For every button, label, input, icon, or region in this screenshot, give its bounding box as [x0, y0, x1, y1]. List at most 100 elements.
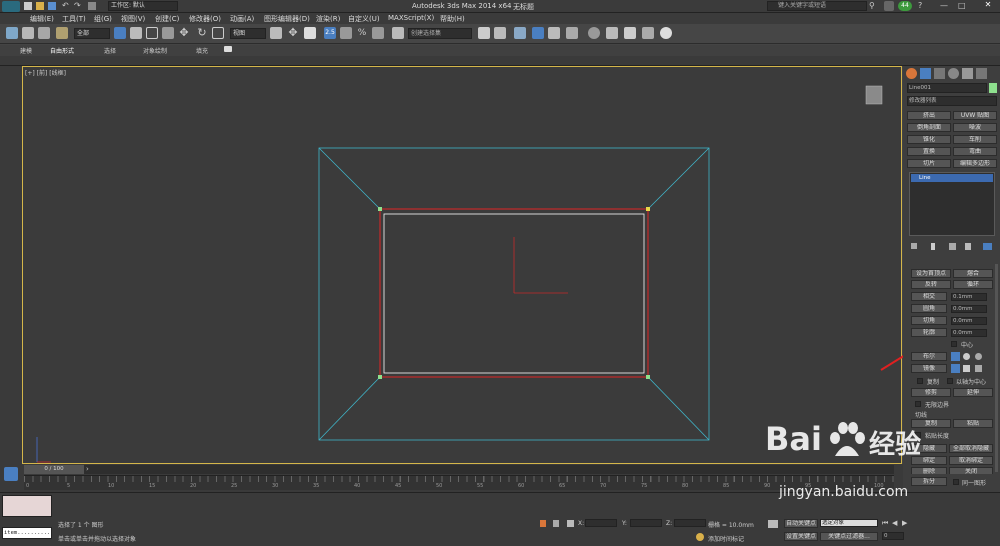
- front-viewport[interactable]: [+] [前] [线框]: [22, 66, 902, 464]
- time-slider-next-icon[interactable]: ›: [86, 465, 89, 474]
- hold-icon[interactable]: [88, 2, 96, 10]
- utilities-tab-icon[interactable]: [976, 68, 987, 79]
- add-time-tag-label[interactable]: 添加时间标记: [708, 534, 744, 543]
- maximize-button[interactable]: □: [958, 1, 966, 10]
- object-color-swatch[interactable]: [989, 83, 997, 93]
- modifier-slice-button[interactable]: 切片: [907, 159, 951, 168]
- move-icon[interactable]: ✥: [178, 27, 190, 39]
- select-link-icon[interactable]: [22, 27, 34, 39]
- timeline-toggle-icon[interactable]: [4, 467, 18, 481]
- center-checkbox[interactable]: [951, 341, 957, 347]
- outline-value[interactable]: 0.0mm: [951, 329, 987, 337]
- undo-toolbar-icon[interactable]: [6, 27, 18, 39]
- select-manipulate-icon[interactable]: ✥: [287, 27, 299, 39]
- fuse-button[interactable]: 熔合: [953, 269, 993, 278]
- time-slider[interactable]: 0 / 100 ›: [24, 465, 894, 474]
- menu-help[interactable]: 帮助(H): [440, 14, 465, 24]
- add-time-tag-icon[interactable]: [696, 533, 704, 541]
- render-production-icon[interactable]: [642, 27, 654, 39]
- selection-filter-dropdown[interactable]: 全部: [74, 28, 110, 39]
- select-by-name-icon[interactable]: [130, 27, 142, 39]
- configure-sets-icon[interactable]: [983, 243, 992, 250]
- maxscript-listener-box[interactable]: [2, 495, 52, 517]
- graphite-toolbox-icon[interactable]: [532, 27, 544, 39]
- create-tab-icon[interactable]: [906, 68, 917, 79]
- pin-stack-icon[interactable]: [911, 243, 917, 249]
- previous-frame-icon[interactable]: ◀: [892, 519, 897, 527]
- auto-key-button[interactable]: 自动关键点: [784, 519, 818, 528]
- remove-modifier-icon[interactable]: [965, 243, 971, 250]
- boolean-intersect-icon[interactable]: [975, 353, 982, 360]
- motion-tab-icon[interactable]: [948, 68, 959, 79]
- chamfer-value[interactable]: 0.0mm: [951, 317, 987, 325]
- ribbon-tab-modeling[interactable]: 建模: [20, 46, 32, 55]
- ribbon-tab-object-paint[interactable]: 对象绘制: [143, 46, 167, 55]
- modify-tab-icon[interactable]: [920, 68, 931, 79]
- help-icon[interactable]: ?: [918, 1, 922, 10]
- mirror-button[interactable]: 镜像: [911, 364, 947, 373]
- notification-badge[interactable]: 44: [898, 1, 912, 11]
- current-frame-field[interactable]: 0: [882, 532, 904, 540]
- unhide-all-button[interactable]: 全部取消隐藏: [949, 444, 993, 453]
- track-bar[interactable]: 0 5 10 15 20 25 30 35 40 45 50 55 60 65 …: [24, 475, 894, 490]
- maxscript-input[interactable]: item...........?: [2, 527, 52, 539]
- chamfer-button[interactable]: 切角: [911, 316, 947, 325]
- boolean-subtract-icon[interactable]: [963, 353, 970, 360]
- ribbon-tab-selection[interactable]: 选择: [104, 46, 116, 55]
- modifier-bevel-profile-button[interactable]: 倒角剖面: [907, 123, 951, 132]
- named-selection-dropdown[interactable]: 创建选择集: [408, 28, 472, 39]
- undo-icon[interactable]: ↶: [62, 2, 69, 10]
- search-icon[interactable]: ⚲: [869, 1, 875, 10]
- crossinsert-value[interactable]: 0.1mm: [951, 293, 987, 301]
- pivot-center-icon[interactable]: [270, 27, 282, 39]
- x-coordinate-field[interactable]: [585, 519, 617, 527]
- fillet-value[interactable]: 0.0mm: [951, 305, 987, 313]
- minimize-button[interactable]: —: [940, 1, 948, 10]
- spinner-snap-icon[interactable]: [372, 27, 384, 39]
- app-logo-icon[interactable]: [2, 1, 20, 12]
- bind-space-warp-icon[interactable]: [56, 27, 68, 39]
- modifier-bend-button[interactable]: 弯曲: [953, 147, 997, 156]
- align-icon[interactable]: [494, 27, 506, 39]
- paste-length-checkbox[interactable]: [915, 432, 921, 438]
- select-object-icon[interactable]: [114, 27, 126, 39]
- scale-icon[interactable]: [212, 27, 224, 39]
- make-unique-icon[interactable]: [949, 243, 956, 250]
- menu-modifiers[interactable]: 修改器(O): [189, 14, 221, 24]
- key-filters-button[interactable]: 关键点过滤器...: [820, 532, 878, 541]
- edit-named-selection-icon[interactable]: [392, 27, 404, 39]
- ribbon-toggle-icon[interactable]: [224, 46, 232, 52]
- transform-mode-icon[interactable]: [567, 520, 574, 527]
- mirror-horizontal-icon[interactable]: [951, 364, 960, 373]
- cycle-button[interactable]: 循环: [953, 280, 993, 289]
- menu-rendering[interactable]: 渲染(R): [316, 14, 340, 24]
- modifier-lathe-button[interactable]: 车削: [953, 135, 997, 144]
- save-file-icon[interactable]: [48, 2, 56, 10]
- rotate-icon[interactable]: ↻: [196, 27, 208, 39]
- menu-create[interactable]: 创建(C): [155, 14, 179, 24]
- menu-group[interactable]: 组(G): [94, 14, 112, 24]
- extend-button[interactable]: 延伸: [953, 388, 993, 397]
- workspace-dropdown[interactable]: 工作区: 默认: [108, 1, 178, 11]
- selected-object-dropdown[interactable]: 选定对象: [820, 519, 878, 527]
- new-file-icon[interactable]: [24, 2, 32, 10]
- mirror-both-icon[interactable]: [975, 365, 982, 372]
- window-crossing-icon[interactable]: [162, 27, 174, 39]
- boolean-union-icon[interactable]: [951, 352, 960, 361]
- go-to-start-icon[interactable]: ⏮: [882, 519, 888, 528]
- split-button[interactable]: 拆分: [911, 477, 947, 486]
- fillet-button[interactable]: 圆角: [911, 304, 947, 313]
- unbind-button[interactable]: 取消绑定: [949, 456, 993, 465]
- close-button[interactable]: ✕: [978, 0, 998, 12]
- about-pivot-checkbox[interactable]: [947, 378, 953, 384]
- tangent-copy-button[interactable]: 复制: [911, 419, 951, 428]
- make-first-vertex-button[interactable]: 设为首顶点: [911, 269, 951, 278]
- modifier-displace-button[interactable]: 置换: [907, 147, 951, 156]
- copy-checkbox[interactable]: [917, 378, 923, 384]
- z-coordinate-field[interactable]: [674, 519, 706, 527]
- mirror-icon[interactable]: [478, 27, 490, 39]
- trim-button[interactable]: 修剪: [911, 388, 951, 397]
- crossinsert-button[interactable]: 相交: [911, 292, 947, 301]
- modifier-list-dropdown[interactable]: 修改器列表: [907, 96, 997, 106]
- bind-button[interactable]: 绑定: [911, 456, 947, 465]
